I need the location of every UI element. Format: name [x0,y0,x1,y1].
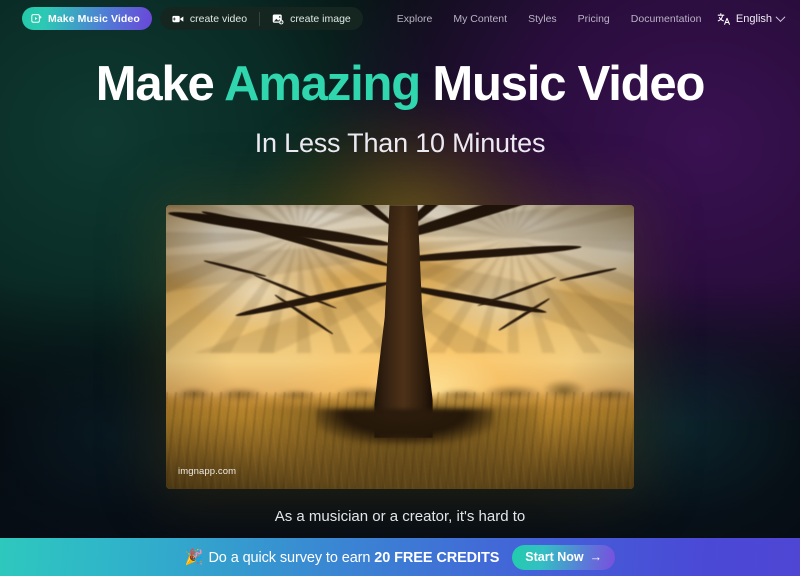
page-title: Make Amazing Music Video [0,57,800,112]
hero-section: Make Amazing Music Video In Less Than 10… [0,57,800,159]
start-now-button[interactable]: Start Now → [512,544,616,570]
video-play-square-icon [31,13,42,24]
tree-scene-image [166,205,634,489]
top-navbar: Make Music Video create video create ima… [0,0,800,37]
image-plus-icon [272,13,284,25]
create-image-button[interactable]: create image [260,7,363,30]
banner-message: 🎉 Do a quick survey to earn 20 FREE CREDI… [184,548,500,566]
create-video-button[interactable]: create video [160,7,259,30]
start-now-label: Start Now [525,550,584,564]
nav-link-pricing[interactable]: Pricing [578,13,610,25]
survey-promo-banner: 🎉 Do a quick survey to earn 20 FREE CREDI… [0,538,800,576]
headline-part-2: Music Video [419,57,705,111]
create-video-label: create video [189,12,248,25]
language-label: English [735,12,772,25]
party-popper-icon: 🎉 [184,549,204,566]
headline-part-1: Make [95,57,225,111]
create-image-label: create image [290,12,351,25]
navbar-links: Explore My Content Styles Pricing Docume… [397,13,702,25]
navbar-mode-pills: Make Music Video create video create ima… [22,7,701,30]
nav-link-my-content[interactable]: My Content [453,13,507,25]
headline-accent: Amazing [224,57,421,111]
translate-icon [717,12,731,26]
make-music-video-button[interactable]: Make Music Video [22,7,152,30]
image-watermark: imgnapp.com [178,466,237,477]
hero-video-preview[interactable]: imgnapp.com [166,205,634,489]
nav-link-documentation[interactable]: Documentation [631,13,702,25]
language-selector[interactable]: English [717,12,786,26]
create-pill-group: create video create image [159,7,363,30]
banner-message-lead: Do a quick survey to earn [208,550,375,566]
hero-subtitle: In Less Than 10 Minutes [254,127,546,158]
nav-link-styles[interactable]: Styles [528,13,557,25]
hero-body-text: As a musician or a creator, it's hard to [274,508,526,525]
nav-link-explore[interactable]: Explore [397,13,433,25]
chevron-down-icon [775,12,786,23]
arrow-right-icon: → [589,550,603,564]
banner-message-strong: 20 FREE CREDITS [374,550,500,566]
make-music-video-label: Make Music Video [48,12,140,25]
page-root: Make Music Video create video create ima… [0,0,800,576]
image-vignette [166,205,634,489]
video-camera-icon [172,13,184,25]
